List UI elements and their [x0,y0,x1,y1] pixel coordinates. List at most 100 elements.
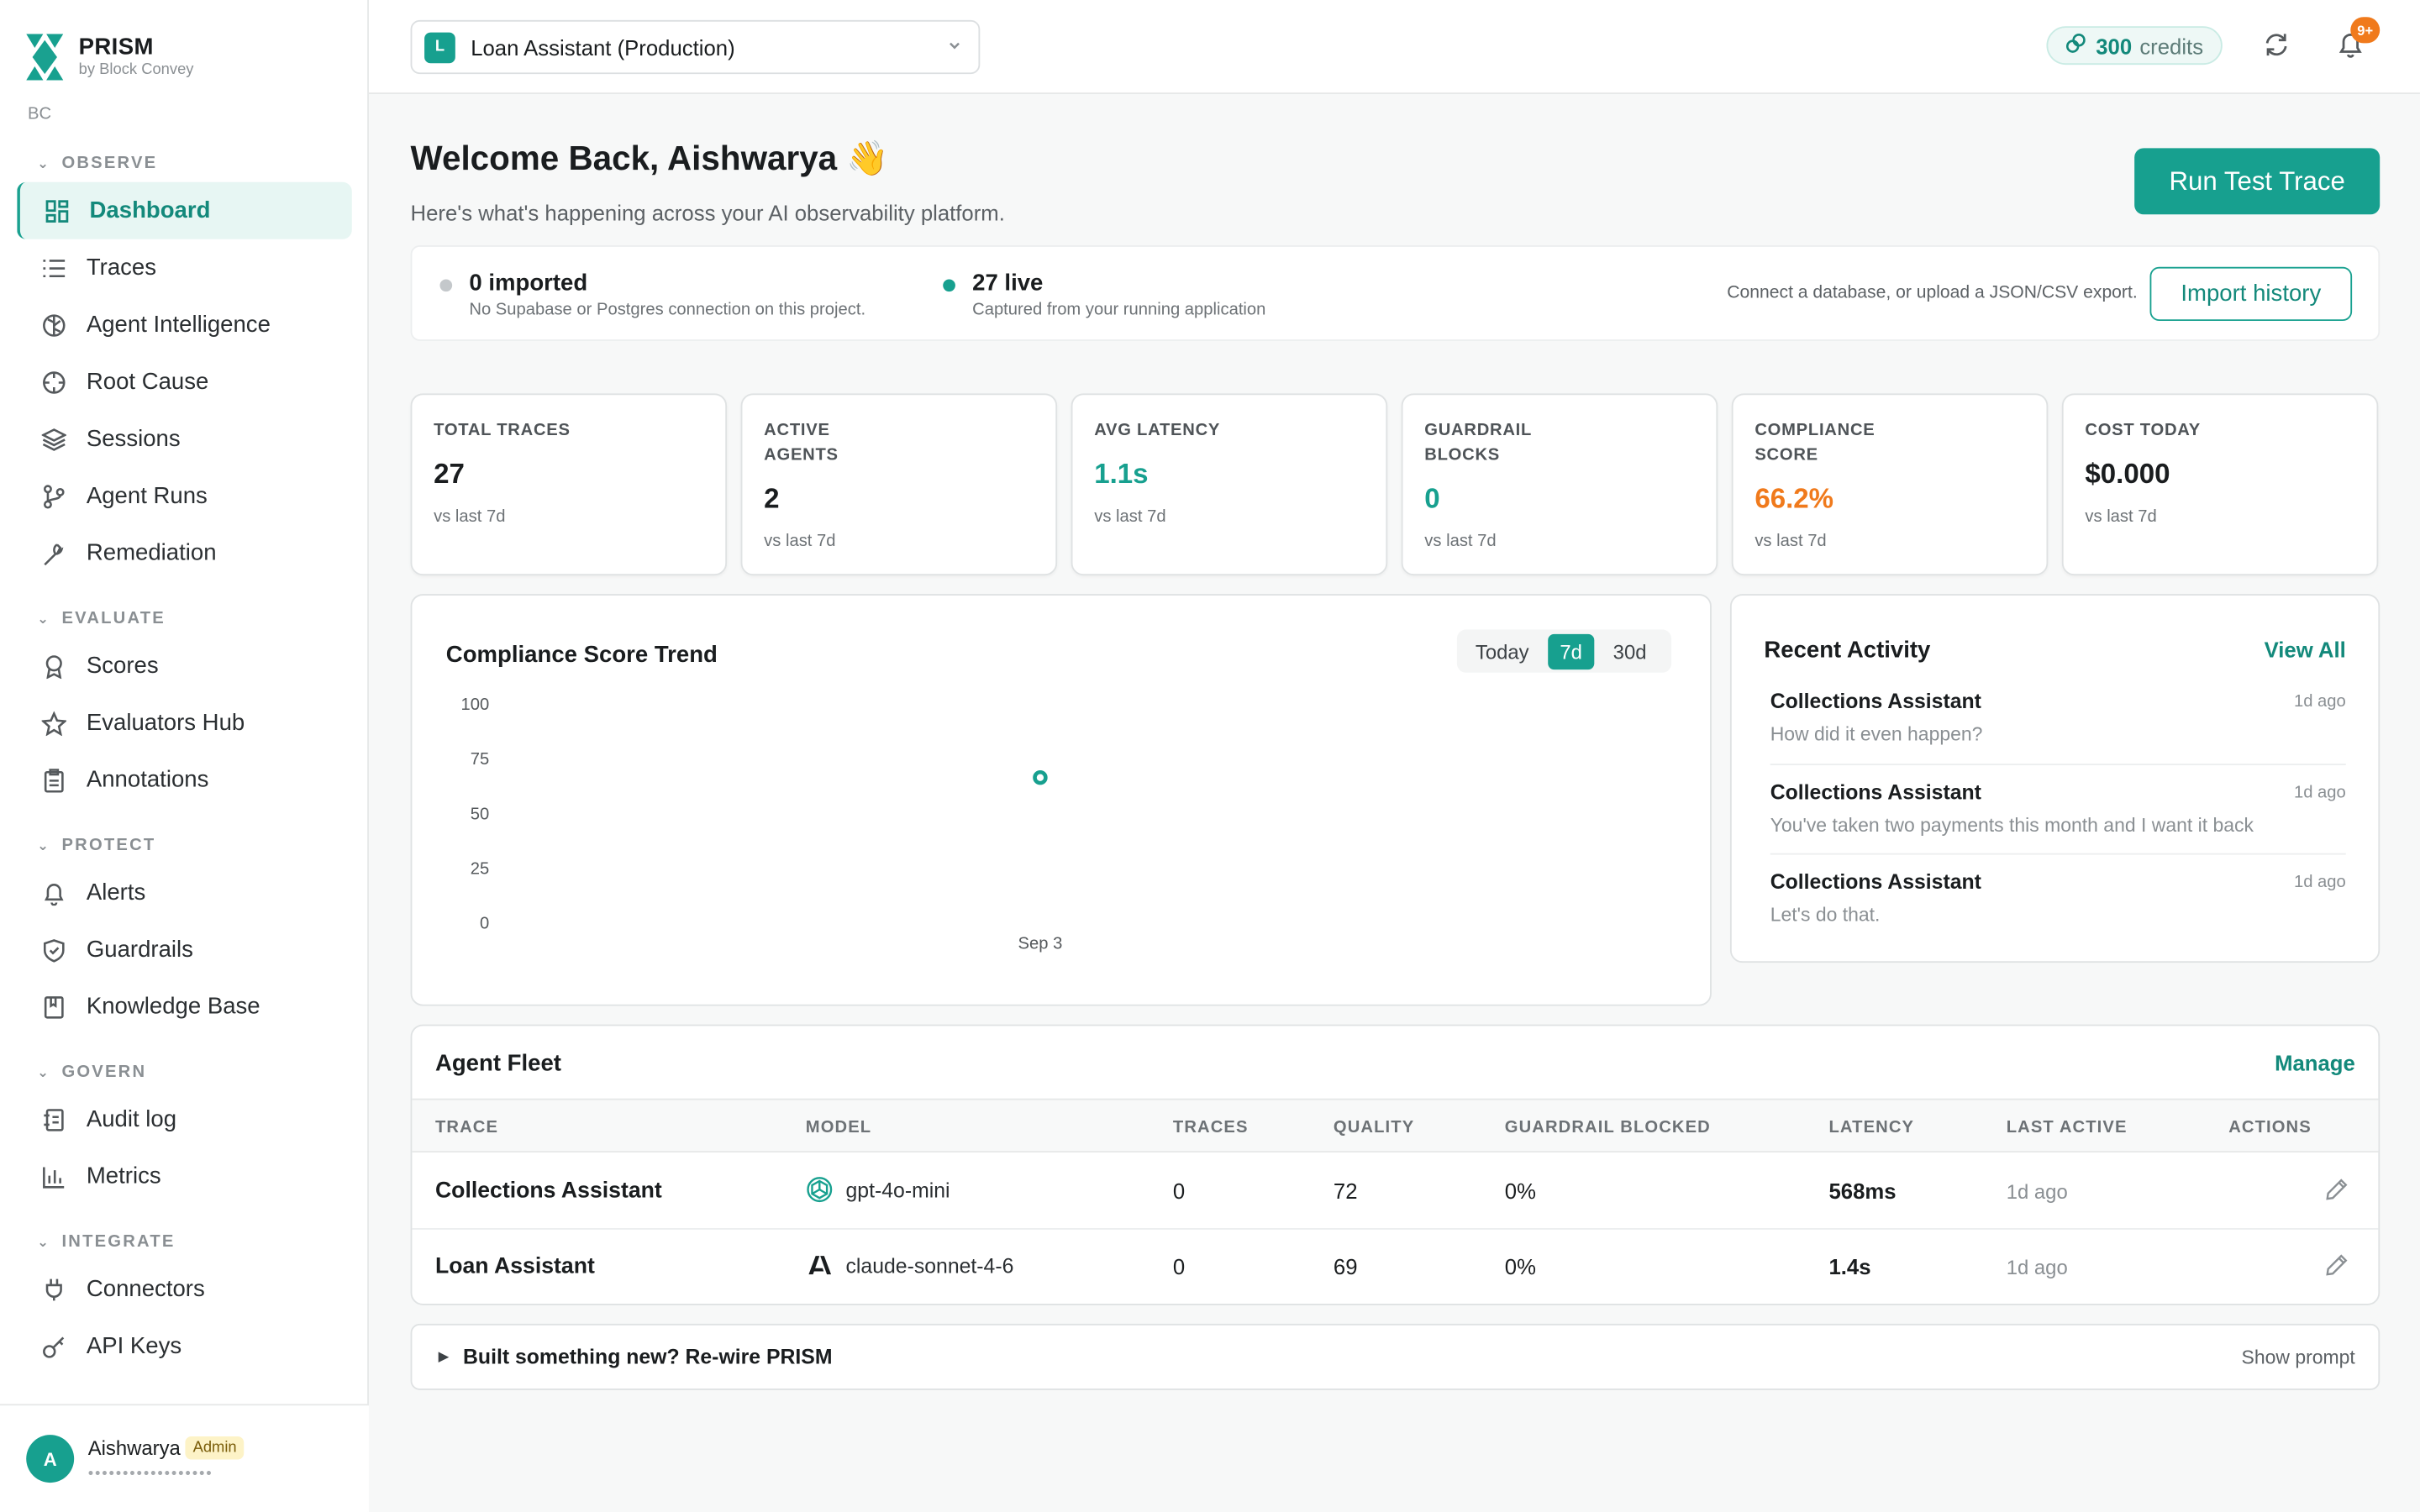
column-header-trace[interactable]: TRACE [435,1119,498,1137]
sidebar-item-audit-log[interactable]: Audit log [17,1091,352,1148]
sidebar-item-agent-runs[interactable]: Agent Runs [17,468,352,525]
chevron-down-icon: ⌄ [37,1063,51,1079]
section-observe[interactable]: ⌄ OBSERVE [0,145,369,182]
kpi-comparison: vs last 7d [1754,532,1827,551]
x-tick-label: Sep 3 [1018,935,1063,953]
kpi-active-agents[interactable]: ACTIVE AGENTS 2 vs last 7d [740,393,1058,576]
chevron-down-icon: ⌄ [37,610,51,626]
show-prompt-button[interactable]: Show prompt [2242,1347,2355,1368]
key-icon [40,1332,68,1360]
sidebar-item-root-cause[interactable]: Root Cause [17,354,352,411]
kpi-avg-latency[interactable]: AVG LATENCY 1.1s vs last 7d [1071,393,1388,576]
agent-model: gpt-4o-mini [806,1176,950,1204]
kpi-total-traces[interactable]: TOTAL TRACES 27 vs last 7d [410,393,728,576]
sidebar-nav: ⌄ OBSERVE Dashboard Traces Agent Intellig… [0,145,369,1403]
activity-item[interactable]: Collections Assistant 1d ago How did it … [1770,690,2346,745]
range-7d-button[interactable]: 7d [1547,633,1595,669]
kpi-compliance-score[interactable]: COMPLIANCE SCORE 66.2% vs last 7d [1731,393,2049,576]
view-all-link[interactable]: View All [2265,638,2346,662]
edit-pencil-icon[interactable] [2324,1177,2349,1210]
activity-message: How did it even happen? [1770,723,1983,746]
edit-pencil-icon[interactable] [2324,1252,2349,1285]
user-name: Aishwarya [87,1436,181,1460]
sidebar-item-sessions[interactable]: Sessions [17,411,352,468]
activity-item[interactable]: Collections Assistant 1d ago You've take… [1770,780,2346,836]
agent-traces: 0 [1172,1254,1186,1279]
project-badge: L [424,31,455,63]
data-point[interactable] [1033,769,1048,785]
rewire-disclosure[interactable]: ▶ Built something new? Re-wire PRISM Sho… [410,1323,2381,1390]
sidebar-item-traces[interactable]: Traces [17,239,352,297]
compliance-trend-chart: 100 75 50 25 0 Sep 3 [461,696,1063,953]
sidebar-item-connectors[interactable]: Connectors [17,1261,352,1318]
sidebar-item-annotations[interactable]: Annotations [17,751,352,808]
range-today-button[interactable]: Today [1463,633,1541,669]
brand[interactable]: PRISM by Block Convey [26,34,193,81]
import-history-button[interactable]: Import history [2149,266,2353,322]
layers-icon [40,425,68,453]
plug-icon [40,1275,68,1303]
activity-item[interactable]: Collections Assistant 1d ago Let's do th… [1770,870,2346,926]
credits-label: credits [2139,33,2204,58]
notification-count-badge: 9+ [2350,17,2381,44]
kpi-guardrail-blocks[interactable]: GUARDRAIL BLOCKS 0 vs last 7d [1401,393,1718,576]
log-icon [40,1105,68,1133]
sidebar-item-alerts[interactable]: Alerts [17,864,352,921]
top-bar: L Loan Assistant (Production) 300 credit… [368,0,2420,95]
kpi-value: 0 [1424,482,1440,514]
manage-link[interactable]: Manage [2275,1051,2355,1075]
agent-guardrail-blocked: 0% [1504,1254,1536,1279]
sidebar-item-remediation[interactable]: Remediation [17,524,352,581]
range-30d-button[interactable]: 30d [1601,633,1659,669]
table-row[interactable]: Loan Assistant claude-sonnet-4-6 0 69 0%… [412,1230,2378,1305]
project-name: Loan Assistant (Production) [471,34,735,60]
award-icon [40,652,68,680]
kpi-label: AVG LATENCY [1094,421,1221,440]
agent-last-active: 1d ago [2006,1180,2068,1204]
chevron-down-icon: ⌄ [37,837,51,853]
column-header-model[interactable]: MODEL [806,1119,871,1137]
section-evaluate[interactable]: ⌄ EVALUATE [0,600,369,637]
table-row[interactable]: Collections Assistant gpt-4o-mini 0 72 0… [412,1154,2379,1230]
column-header-last-active[interactable]: LAST ACTIVE [2007,1119,2128,1137]
agent-guardrail-blocked: 0% [1504,1179,1536,1204]
brain-icon [40,311,68,339]
kpi-value: $0.000 [2085,458,2170,490]
sidebar-item-scores[interactable]: Scores [17,638,352,695]
sidebar-item-knowledge-base[interactable]: Knowledge Base [17,978,352,1035]
bell-icon [40,879,68,906]
kpi-cost-today[interactable]: COST TODAY $0.000 vs last 7d [2061,393,2379,576]
column-header-guardrail-blocked[interactable]: GUARDRAIL BLOCKED [1505,1119,1711,1137]
refresh-icon[interactable] [2263,31,2294,62]
user-profile[interactable]: A Aishwarya Admin •••••••••••••••••• [0,1404,369,1512]
recent-activity-card: Recent Activity View All Collections Ass… [1729,594,2381,963]
live-description: Captured from your running application [972,301,1266,320]
sidebar-item-api-keys[interactable]: API Keys [17,1318,352,1375]
project-selector[interactable]: L Loan Assistant (Production) [410,19,981,75]
credits-pill[interactable]: 300 credits [2046,26,2223,66]
y-tick-label: 50 [471,805,489,823]
range-selector: Today 7d 30d [1456,629,1671,673]
section-govern[interactable]: ⌄ GOVERN [0,1053,369,1090]
run-test-trace-button[interactable]: Run Test Trace [2134,148,2381,215]
live-status-dot [943,279,955,292]
shield-icon [40,936,68,963]
section-integrate[interactable]: ⌄ INTEGRATE [0,1224,369,1261]
coins-icon [2065,33,2087,59]
column-header-traces[interactable]: TRACES [1173,1119,1249,1137]
divider [1770,853,2346,855]
sidebar-item-metrics[interactable]: Metrics [17,1148,352,1205]
column-header-latency[interactable]: LATENCY [1828,1119,1914,1137]
y-tick-label: 0 [480,915,489,933]
sidebar-item-agent-intelligence[interactable]: Agent Intelligence [17,297,352,354]
imported-count: 0 imported [469,270,588,297]
sidebar-item-evaluators-hub[interactable]: Evaluators Hub [17,695,352,752]
section-protect[interactable]: ⌄ PROTECT [0,827,369,864]
activity-time: 1d ago [2293,692,2346,711]
sidebar-item-dashboard[interactable]: Dashboard [17,181,352,239]
sidebar-item-guardrails[interactable]: Guardrails [17,921,352,979]
crosshair-icon [40,368,68,396]
column-header-quality[interactable]: QUALITY [1334,1119,1414,1137]
page-subtitle: Here's what's happening across your AI o… [410,200,1005,226]
wrench-icon [40,539,68,567]
